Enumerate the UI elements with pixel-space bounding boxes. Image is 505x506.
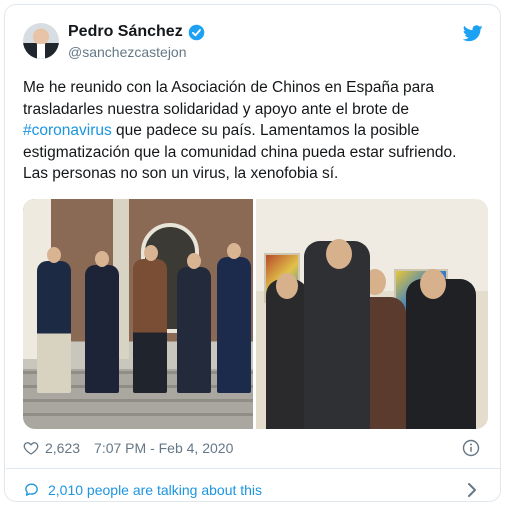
photo-group-outdoor[interactable] [23,199,253,429]
tweet-text: Me he reunido con la Asociación de Chino… [23,77,485,185]
heart-icon[interactable] [23,440,39,456]
person [217,257,251,393]
tweet-meta: 2,623 7:07 PM - Feb 4, 2020 [23,438,233,458]
person-head [187,253,201,269]
person-head [227,243,241,259]
verified-badge-icon [188,24,204,40]
person [177,267,211,393]
tweet-header: Pedro Sánchez @sanchezcastejon [23,23,483,67]
info-icon[interactable] [462,439,480,457]
chevron-right-icon[interactable] [466,482,478,498]
step [23,413,253,416]
twitter-bird-icon[interactable] [463,25,483,42]
tweet-card: Pedro Sánchez @sanchezcastejon Me he reu… [4,4,501,502]
person-head [326,239,352,269]
tweet-timestamp[interactable]: 7:07 PM - Feb 4, 2020 [94,440,233,456]
person-head [95,251,109,267]
person-head [420,269,446,299]
person [37,261,71,393]
tweet-text-part: Me he reunido con la Asociación de Chino… [23,79,439,118]
divider [6,468,501,469]
talking-about-link[interactable]: 2,010 people are talking about this [23,481,262,498]
person-head [144,245,158,261]
display-name[interactable]: Pedro Sánchez [68,23,183,41]
comment-bubble-icon [25,483,38,496]
media-grid [23,199,488,429]
talking-about-label: 2,010 people are talking about this [48,481,263,498]
like-count[interactable]: 2,623 [45,440,80,456]
person [266,279,308,429]
person [85,265,119,393]
avatar[interactable] [23,23,59,59]
person [406,279,476,429]
hashtag-link[interactable]: #coronavirus [23,122,112,139]
person [304,241,370,429]
name-line: Pedro Sánchez [68,23,205,41]
photo-handshake-indoor[interactable] [256,199,488,429]
person-head [47,247,61,263]
user-handle[interactable]: @sanchezcastejon [68,44,187,60]
person-head [276,273,298,299]
step [23,399,253,402]
person [133,259,167,393]
